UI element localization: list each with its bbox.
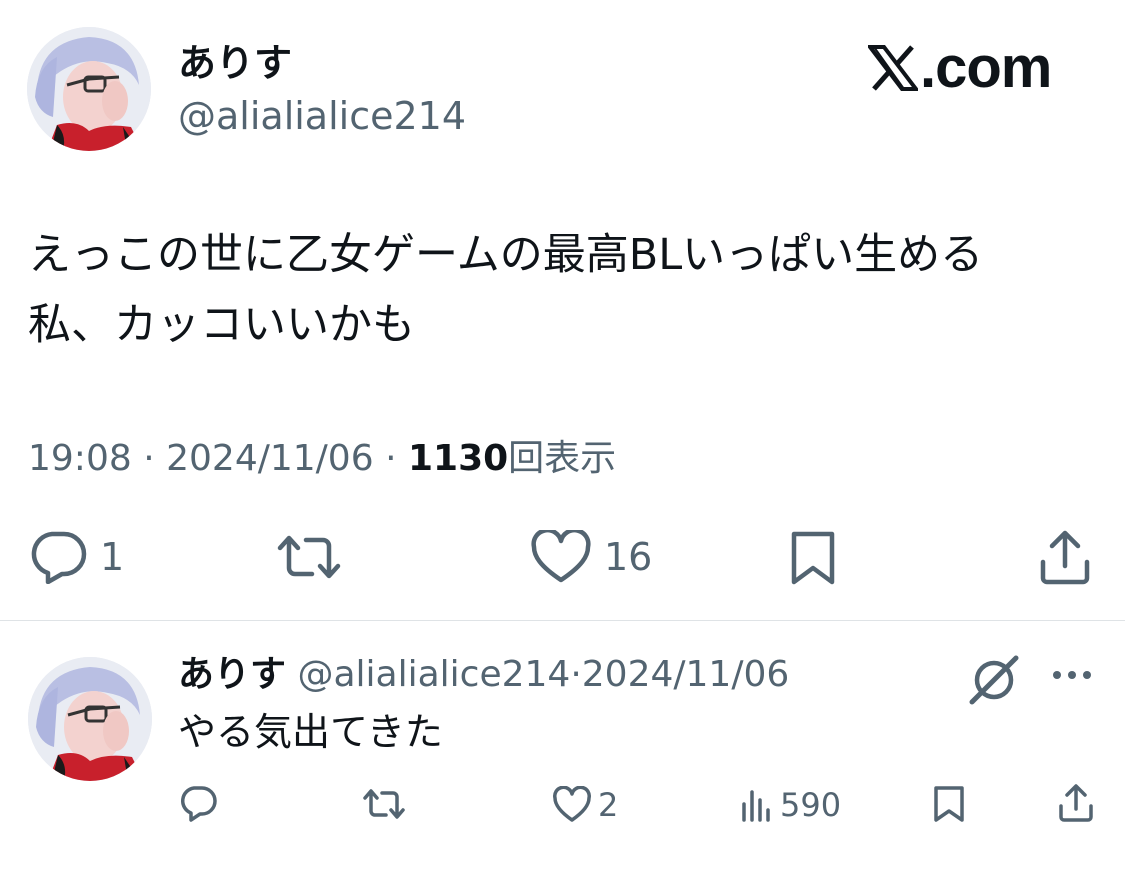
x-com-logo: .com xyxy=(868,35,1052,100)
logo-text: .com xyxy=(920,35,1052,100)
reply-views-count: 590 xyxy=(780,786,842,824)
heart-icon xyxy=(531,530,591,583)
heart-icon xyxy=(553,786,591,822)
retweet-icon xyxy=(277,535,341,579)
like-button[interactable]: 16 xyxy=(530,530,652,584)
reply-reply-button[interactable] xyxy=(178,785,218,823)
share-button[interactable] xyxy=(1038,528,1092,586)
more-options-icon[interactable] xyxy=(1050,664,1094,690)
reply-retweet-button[interactable] xyxy=(362,785,406,823)
tweet-date[interactable]: 2024/11/06 xyxy=(166,438,374,479)
reply-author-avatar[interactable] xyxy=(28,657,152,781)
reply-date[interactable]: 2024/11/06 xyxy=(582,654,790,695)
reply-share-button[interactable] xyxy=(1058,783,1094,823)
x-logo-icon xyxy=(868,45,918,91)
reply-views-button[interactable]: 590 xyxy=(740,785,841,825)
bookmark-icon xyxy=(934,786,964,822)
bookmark-icon xyxy=(791,531,835,585)
views-label: 回表示 xyxy=(508,438,617,479)
analytics-icon xyxy=(742,790,770,822)
retweet-button[interactable] xyxy=(276,530,342,584)
reply-header: ありす @alialialice214·2024/11/06 xyxy=(178,652,789,698)
meta-separator: · xyxy=(385,438,397,479)
reply-button[interactable]: 1 xyxy=(28,530,124,584)
tweet-time[interactable]: 19:08 xyxy=(28,438,132,479)
reply-text: やる気出てきた xyxy=(178,710,443,754)
reply-icon xyxy=(31,531,87,584)
retweet-icon xyxy=(363,789,405,819)
reply-bookmark-button[interactable] xyxy=(932,785,966,823)
reply-like-button[interactable]: 2 xyxy=(552,785,618,825)
like-count: 16 xyxy=(604,535,653,579)
tweet-meta: 19:08 · 2024/11/06 · 1130回表示 xyxy=(28,436,616,482)
reply-count: 1 xyxy=(100,535,125,579)
share-icon xyxy=(1040,530,1090,585)
author-handle[interactable]: @alialialice214 xyxy=(178,93,466,139)
share-icon xyxy=(1059,784,1093,822)
divider xyxy=(0,620,1125,621)
reply-author-name[interactable]: ありす xyxy=(178,654,286,695)
reply-like-count: 2 xyxy=(598,786,619,824)
author-avatar[interactable] xyxy=(27,27,151,151)
reply-author-handle[interactable]: @alialialice214 xyxy=(297,654,570,695)
reply-icon xyxy=(181,786,217,822)
tweet-screenshot: ありす @alialialice214 .com えっこの世に乙女ゲームの最高B… xyxy=(0,0,1125,871)
bookmark-button[interactable] xyxy=(788,530,838,586)
reply-separator: · xyxy=(570,654,582,695)
tweet-text: えっこの世に乙女ゲームの最高BLいっぱい生める 私、カッコいいかも xyxy=(28,230,984,350)
author-name[interactable]: ありす xyxy=(178,40,292,86)
views-count: 1130 xyxy=(407,438,509,479)
grok-icon[interactable] xyxy=(966,654,1022,710)
meta-separator: · xyxy=(143,438,155,479)
